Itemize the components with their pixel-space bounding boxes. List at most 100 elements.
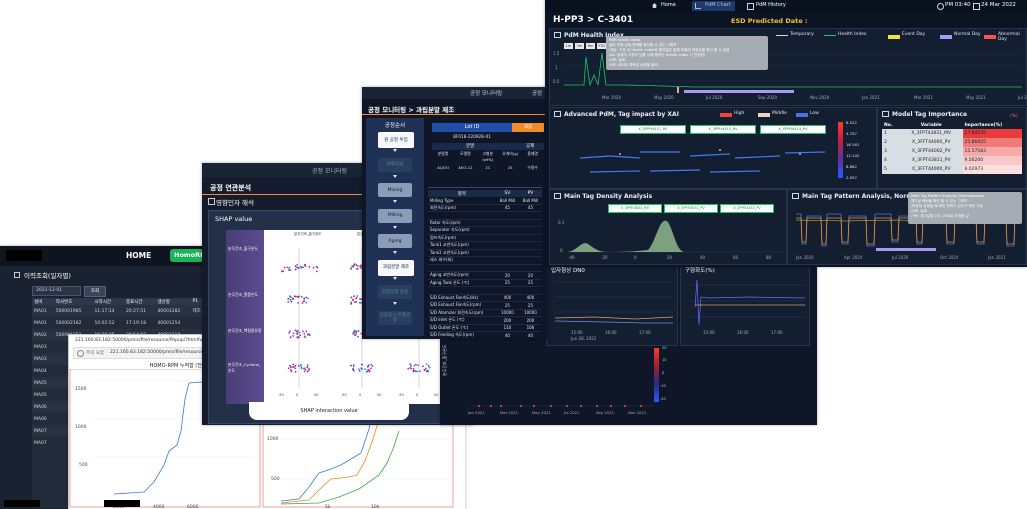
table-cell: MA07 xyxy=(34,440,47,446)
xtick: Oct 2020 xyxy=(940,255,959,260)
legend-item[interactable]: Middle xyxy=(772,111,787,116)
importance-row[interactable]: 5 X_3FFT44000_PV 6.02973 xyxy=(882,165,1022,174)
shap-point xyxy=(299,265,302,268)
tag-button[interactable]: X_SPPH4411_RV xyxy=(620,125,686,134)
step-button-1[interactable]: 원 공정 투입 xyxy=(378,132,414,148)
xtick: 10k xyxy=(371,505,380,509)
table-cell: 40001282 xyxy=(157,308,181,314)
table-cell: 20:27:51 xyxy=(125,308,147,314)
step-button-3[interactable]: Mixing xyxy=(378,183,412,197)
shap-point xyxy=(288,332,291,334)
param-cell xyxy=(519,219,542,227)
legend-item[interactable]: Normal Day xyxy=(954,32,981,37)
nav-home[interactable]: Home xyxy=(661,2,676,8)
date-picker[interactable]: 2021-12-01 xyxy=(32,286,81,296)
sequence-title: 공정순서 xyxy=(384,123,406,129)
step-button-2[interactable]: 원료공급 xyxy=(378,157,412,172)
param-cell: 40 xyxy=(504,332,510,338)
table-cell: MA06 xyxy=(34,416,47,422)
arrow-down-icon xyxy=(393,174,397,178)
arrow-down-icon xyxy=(393,251,397,254)
shap-point xyxy=(367,364,370,366)
xtick: Jan 2021 xyxy=(988,255,1006,260)
importance-cell: 3 xyxy=(882,147,900,156)
param-row: Rotor 속도(rpm) xyxy=(428,219,542,227)
shap-point xyxy=(287,301,290,303)
scale-tick: 16.161 xyxy=(846,142,860,147)
table-cell: 40001254 xyxy=(157,320,181,326)
tag-button[interactable]: X_3PPH4410_RV xyxy=(690,125,756,134)
importance-cell: X_3FFT44000_PV xyxy=(899,138,963,147)
param-row: Tank1 교반속도(rpm) xyxy=(428,242,542,250)
shap-point xyxy=(365,370,368,373)
impact-scale-ticks: 8.522 4.707 16.161 12.142 8.882 2.057 xyxy=(846,120,876,180)
param-cell xyxy=(496,242,519,250)
lot-values: AQ03I AEO-11 21 25 수용수 xyxy=(432,165,544,173)
arrow-down-icon xyxy=(393,302,397,305)
unit-label: (%) xyxy=(1010,114,1018,119)
shap-point xyxy=(355,300,358,303)
legend-item[interactable]: Low xyxy=(810,111,819,116)
param-row: Tank2 교반속도(rpm) xyxy=(428,249,542,257)
clock-icon xyxy=(937,3,944,10)
shap-point xyxy=(302,266,304,269)
param-grid: 항목 SV PV Milling Type Ball Mill Ball Mill 회전속도… xyxy=(428,190,542,339)
step-button-8[interactable]: 공용공시 반출공정 xyxy=(378,310,412,325)
step-button-7[interactable]: 분말공정 운송 xyxy=(378,285,412,299)
importance-row[interactable]: 2 X_3FFT44000_PV 25.86925 xyxy=(882,138,1022,147)
density-panel: Main Tag Density Analysis X_3PPH3833_MV X… xyxy=(549,189,787,265)
legend-item[interactable]: High xyxy=(734,111,744,116)
param-header: 항목 xyxy=(457,191,467,197)
xtick: 20 xyxy=(667,255,673,260)
table-cell: MA01 xyxy=(34,320,47,326)
health-xticks: Mar 2020 May 2020 Jul 2020 Sep 2020 Nov 2020… xyxy=(564,95,1027,103)
panel-title: Model Tag Importance xyxy=(892,111,968,118)
param-row: S/D Inlet 온도 (℃) 200 200 xyxy=(428,317,542,324)
param-cell: 45 xyxy=(504,205,510,211)
subtitle: 영향인자 해석 xyxy=(216,199,254,207)
importance-row[interactable]: 1 X_3FPT43831_MV 27.84535 xyxy=(882,129,1022,138)
sub-header-label: 공제 xyxy=(526,144,535,149)
step-button-5[interactable]: Aging xyxy=(378,234,412,248)
table-cell: MA01 xyxy=(34,308,47,314)
step-button-4[interactable]: Milling xyxy=(378,208,412,223)
importance-row[interactable]: 4 X_3FPT43811_PV 9.56200 xyxy=(882,156,1022,165)
xtick: 80 xyxy=(766,255,772,260)
home-link[interactable]: HOME xyxy=(126,251,151,260)
param-header-row: 항목 SV PV xyxy=(428,190,542,197)
importance-cell: 27.84535 xyxy=(962,129,1022,138)
importance-row[interactable]: 3 X_3FPT44002_PV 15.57583 xyxy=(882,147,1022,156)
shap-point xyxy=(303,297,306,300)
param-header: PV xyxy=(527,191,534,196)
shap-point xyxy=(303,332,306,335)
shap-point xyxy=(294,268,297,271)
scale-tick: 20 xyxy=(662,346,667,350)
shap-point xyxy=(412,370,415,372)
nav-pdm-chart[interactable]: PdM Chart xyxy=(705,2,731,8)
shap-point xyxy=(350,268,352,270)
shap-point xyxy=(290,370,293,373)
tag-button[interactable]: X_SPPH4414_RV xyxy=(760,125,826,134)
shap-point xyxy=(360,367,363,370)
shap-point xyxy=(350,301,353,304)
legend-item[interactable]: Temporary xyxy=(790,32,814,37)
xtick: 60 xyxy=(733,255,739,260)
panel-title: 구형화도(%) xyxy=(685,268,715,274)
legend-item[interactable]: Event Day xyxy=(902,32,925,37)
heat-xtick: Jan 2021 xyxy=(468,410,485,415)
ytick: 1500 xyxy=(75,387,87,392)
scale-tick: 0 xyxy=(662,371,665,375)
shap-point xyxy=(299,334,302,337)
step-button-6[interactable]: 과립분말 제조 xyxy=(378,259,414,276)
param-row xyxy=(428,287,542,294)
legend-item[interactable]: Abnormal Day xyxy=(998,32,1026,42)
shap-point xyxy=(315,270,318,273)
nav-pdm-history[interactable]: PdM History xyxy=(756,2,786,8)
search-button[interactable]: 조회 xyxy=(84,286,106,297)
param-cell: S/D Exhaust Fan속도(Hz) xyxy=(430,294,479,300)
param-cell: 25 xyxy=(527,280,533,286)
lot-column-header: 고형분 (wt%) xyxy=(482,151,494,162)
process-topbar: 공정 모니터링 공정 xyxy=(362,87,547,99)
legend-item[interactable]: Health Index xyxy=(838,32,867,37)
param-row: Milling Type Ball Mill Ball Mill xyxy=(428,197,542,204)
